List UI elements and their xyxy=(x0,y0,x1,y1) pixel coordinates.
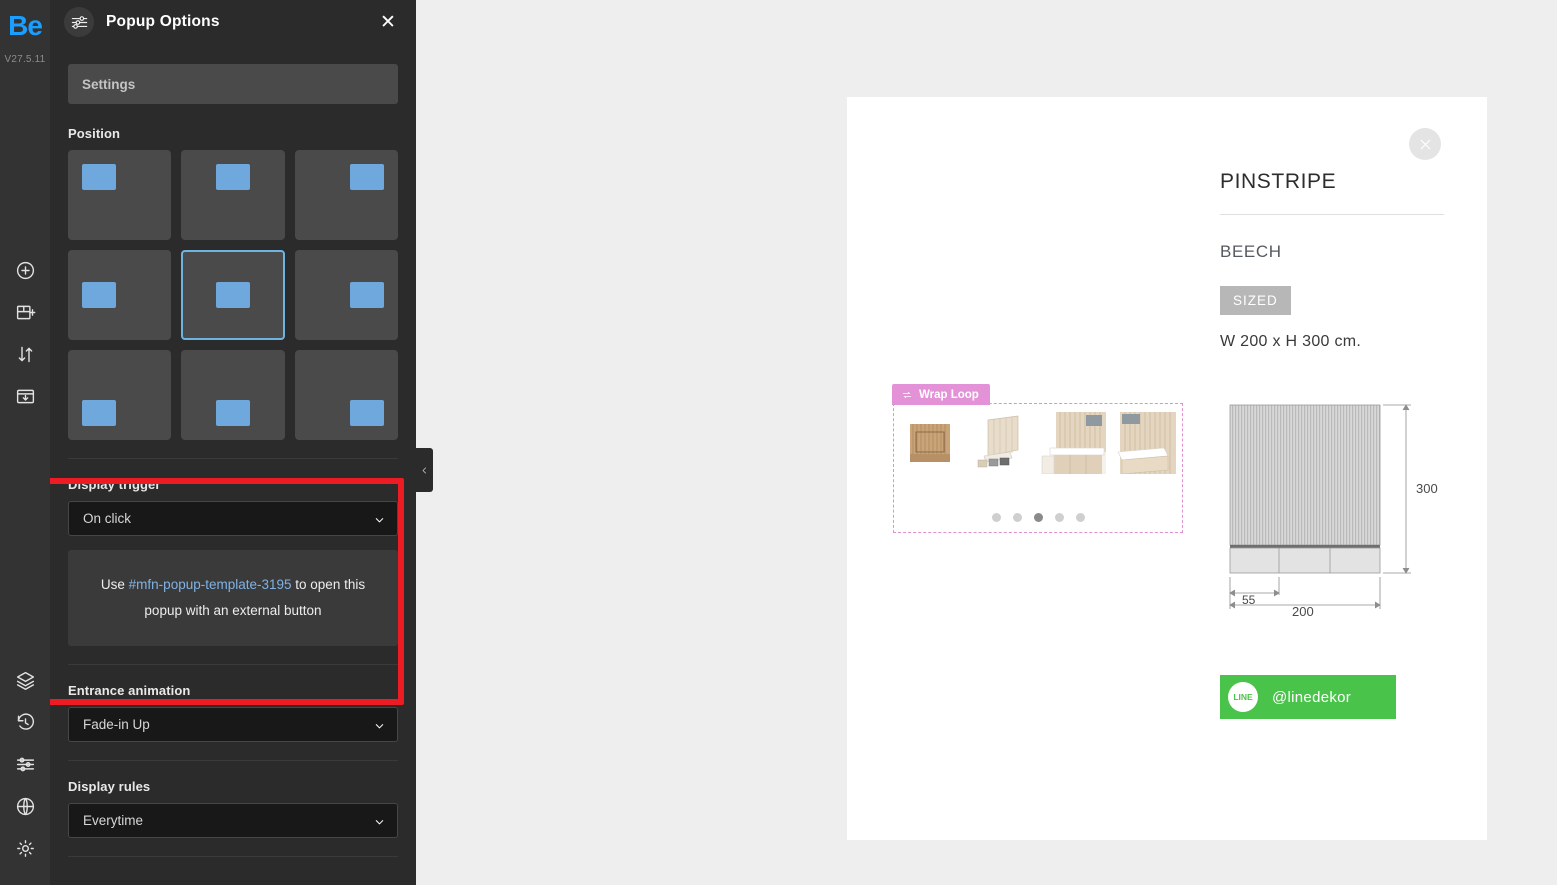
position-indicator xyxy=(82,400,116,426)
editor-canvas: PINSTRIPE BEECH SIZED W 200 x H 300 cm. xyxy=(416,0,1557,885)
chevron-down-icon xyxy=(374,719,385,730)
position-label: Position xyxy=(68,126,121,141)
add-element-icon[interactable] xyxy=(12,257,38,283)
position-middle-left[interactable] xyxy=(68,250,172,340)
rail-top-group xyxy=(12,257,38,409)
position-indicator xyxy=(82,282,116,308)
reorder-icon[interactable] xyxy=(12,341,38,367)
collapse-panel-handle[interactable] xyxy=(416,448,433,492)
app-version: V27.5.11 xyxy=(4,54,46,65)
close-panel-button[interactable]: ✕ xyxy=(376,10,400,34)
wrap-loop-badge[interactable]: Wrap Loop xyxy=(892,384,990,405)
page-title: Popup Options xyxy=(106,13,220,30)
list-item[interactable] xyxy=(900,412,966,474)
carousel-dot[interactable] xyxy=(1075,513,1085,522)
carousel-dot[interactable] xyxy=(991,513,1001,522)
carousel-thumbnails xyxy=(900,412,1176,474)
position-middle-center[interactable] xyxy=(181,250,285,340)
external-button-hint: Use #mfn-popup-template-3195 to open thi… xyxy=(68,550,398,646)
position-bottom-right[interactable] xyxy=(294,350,398,440)
display-rules-value: Everytime xyxy=(83,813,144,828)
carousel-dots xyxy=(894,513,1182,522)
position-indicator xyxy=(215,400,250,426)
product-info: PINSTRIPE BEECH SIZED W 200 x H 300 cm. xyxy=(1220,170,1450,351)
position-field: Position xyxy=(50,126,416,440)
position-grid xyxy=(68,150,398,440)
carousel-dot[interactable] xyxy=(1012,513,1022,522)
settings-gear-icon[interactable] xyxy=(12,835,38,861)
display-trigger-value: On click xyxy=(83,511,132,526)
position-top-left[interactable] xyxy=(68,150,172,240)
chevron-left-icon xyxy=(422,467,426,473)
adjustments-icon[interactable] xyxy=(12,751,38,777)
list-item[interactable] xyxy=(970,412,1036,474)
divider xyxy=(68,856,398,857)
carousel-dot[interactable] xyxy=(1054,513,1064,522)
line-handle: @linedekor xyxy=(1272,688,1352,706)
left-icon-rail: Be V27.5.11 xyxy=(0,0,50,885)
panel-body: Position Display trigger On click Use #m… xyxy=(50,104,416,885)
rail-bottom-group xyxy=(0,667,50,861)
dimension-segment-label: 55 xyxy=(1242,593,1256,607)
popup-options-panel: Popup Options ✕ Settings Position Displa… xyxy=(50,0,416,885)
layers-icon[interactable] xyxy=(12,667,38,693)
hint-prefix: Use xyxy=(100,577,129,592)
tab-settings-label: Settings xyxy=(82,76,136,92)
chevron-down-icon xyxy=(374,513,385,524)
display-rules-label: Display rules xyxy=(68,779,151,794)
display-trigger-label: Display trigger xyxy=(68,477,161,492)
line-icon: LINE xyxy=(1228,682,1258,712)
product-material: BEECH xyxy=(1220,242,1282,261)
display-trigger-select[interactable]: On click xyxy=(68,501,398,536)
sliders-icon xyxy=(64,7,94,37)
divider xyxy=(68,664,398,665)
divider xyxy=(68,458,398,459)
dimension-height-label: 300 xyxy=(1416,481,1438,496)
display-trigger-field: Display trigger On click Use #mfn-popup-… xyxy=(50,477,416,646)
dimension-width-label: 200 xyxy=(1292,604,1314,619)
position-top-center[interactable] xyxy=(181,150,285,240)
line-contact-button[interactable]: LINE @linedekor xyxy=(1220,675,1396,719)
entrance-animation-value: Fade-in Up xyxy=(83,717,150,732)
globe-icon[interactable] xyxy=(12,793,38,819)
entrance-animation-select[interactable]: Fade-in Up xyxy=(68,707,398,742)
product-dimensions: W 200 x H 300 cm. xyxy=(1220,333,1362,350)
display-rules-select[interactable]: Everytime xyxy=(68,803,398,838)
position-middle-right[interactable] xyxy=(294,250,398,340)
position-indicator xyxy=(350,164,384,190)
app-logo: Be xyxy=(8,10,43,41)
divider xyxy=(68,760,398,761)
position-indicator xyxy=(350,400,384,426)
position-indicator xyxy=(82,164,116,190)
position-indicator xyxy=(215,282,250,308)
entrance-animation-field: Entrance animation Fade-in Up xyxy=(50,683,416,742)
carousel-dot-active[interactable] xyxy=(1033,513,1043,522)
close-icon[interactable] xyxy=(1409,128,1441,160)
divider xyxy=(1220,214,1444,215)
panel-header: Popup Options ✕ xyxy=(50,0,416,44)
wrap-loop-label: Wrap Loop xyxy=(919,388,979,401)
list-item[interactable] xyxy=(1040,412,1106,474)
image-carousel[interactable]: Wrap Loop xyxy=(892,384,1183,533)
product-title: PINSTRIPE xyxy=(1220,170,1337,193)
position-bottom-left[interactable] xyxy=(68,350,172,440)
tab-settings[interactable]: Settings xyxy=(68,64,398,104)
technical-drawing: 300 200 55 xyxy=(1220,397,1460,637)
entrance-animation-label: Entrance animation xyxy=(68,683,191,698)
hint-code: #mfn-popup-template-3195 xyxy=(128,577,292,592)
save-template-icon[interactable] xyxy=(12,383,38,409)
display-rules-field: Display rules Everytime xyxy=(50,779,416,838)
position-indicator xyxy=(350,282,384,308)
app-root: Be V27.5.11 PINSTRIPE BEECH SIZED W 200 … xyxy=(0,0,1557,885)
chevron-down-icon xyxy=(374,815,385,826)
add-section-icon[interactable] xyxy=(12,299,38,325)
status-badge: SIZED xyxy=(1220,286,1291,315)
position-top-right[interactable] xyxy=(294,150,398,240)
product-popup-card: PINSTRIPE BEECH SIZED W 200 x H 300 cm. xyxy=(847,97,1487,840)
loop-icon xyxy=(903,391,911,398)
position-bottom-center[interactable] xyxy=(181,350,285,440)
history-icon[interactable] xyxy=(12,709,38,735)
list-item[interactable] xyxy=(1110,412,1176,474)
position-indicator xyxy=(215,164,250,190)
